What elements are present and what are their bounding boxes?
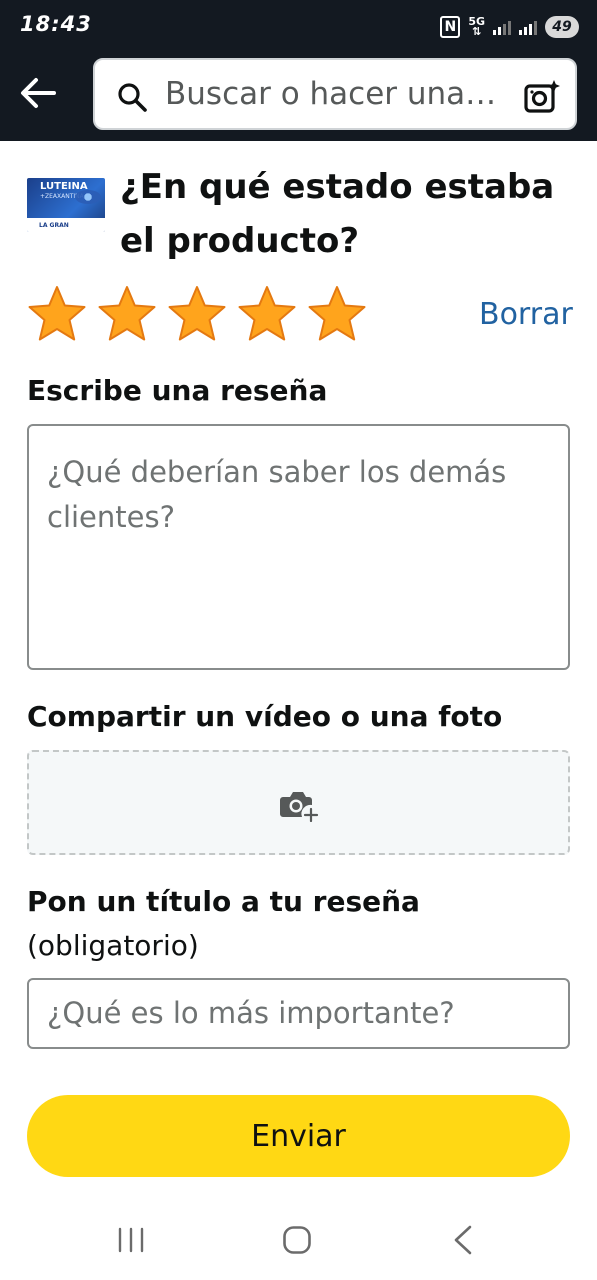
product-band-text: LA GRAN (39, 222, 69, 229)
product-image: LUTEINA +ZEAXANTINA LA GRAN (27, 178, 105, 232)
back-arrow-icon[interactable] (18, 73, 58, 113)
review-placeholder: ¿Qué deberían saber los demás clientes? (47, 455, 507, 534)
review-title-label: Pon un título a tu reseña (27, 885, 420, 918)
top-bar: 18:43 N 5G ⇅ 49 Buscar o hacer una… (0, 0, 597, 141)
search-icon (118, 83, 147, 112)
product-eye-graphic (75, 190, 101, 204)
star-3-icon[interactable] (166, 284, 228, 346)
star-rating[interactable] (26, 284, 368, 346)
star-1-icon[interactable] (26, 284, 88, 346)
system-nav-bar (0, 1200, 597, 1280)
media-upload-area[interactable] (27, 750, 570, 855)
recent-apps-icon[interactable] (117, 1227, 145, 1253)
review-label: Escribe una reseña (27, 374, 328, 407)
search-input[interactable]: Buscar o hacer una… (165, 76, 496, 112)
nav-back-icon[interactable] (452, 1225, 474, 1255)
star-2-icon[interactable] (96, 284, 158, 346)
clear-rating-link[interactable]: Borrar (479, 297, 573, 332)
camera-plus-icon[interactable] (523, 78, 561, 116)
status-time: 18:43 (20, 12, 92, 36)
required-note: (obligatorio) (27, 929, 199, 962)
battery-icon: 49 (545, 16, 579, 38)
signal-icon-2 (519, 19, 537, 35)
network-type: 5G ⇅ (468, 15, 485, 38)
search-box[interactable]: Buscar o hacer una… (93, 58, 577, 130)
signal-icon (493, 19, 511, 35)
status-icons: N 5G ⇅ 49 (440, 12, 579, 42)
star-4-icon[interactable] (236, 284, 298, 346)
submit-button[interactable]: Enviar (27, 1095, 570, 1177)
star-5-icon[interactable] (306, 284, 368, 346)
review-title-input[interactable]: ¿Qué es lo más importante? (27, 978, 570, 1049)
camera-add-icon (280, 792, 319, 822)
media-label: Compartir un vídeo o una foto (27, 700, 503, 733)
nfc-icon: N (440, 16, 461, 38)
review-textarea[interactable]: ¿Qué deberían saber los demás clientes? (27, 424, 570, 670)
home-icon[interactable] (282, 1225, 312, 1255)
review-title-placeholder: ¿Qué es lo más importante? (47, 996, 455, 1030)
question-title: ¿En qué estado estaba el producto? (120, 167, 555, 261)
